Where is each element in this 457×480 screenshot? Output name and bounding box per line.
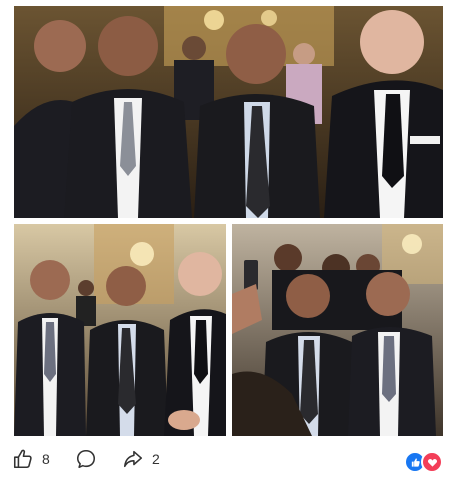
share-button[interactable]: 2 xyxy=(122,448,160,470)
post-photo-top[interactable] xyxy=(14,6,443,218)
post-photo-bottom-right[interactable] xyxy=(232,224,443,436)
reaction-summary[interactable] xyxy=(404,451,443,473)
post-action-bar: 8 2 xyxy=(0,440,457,480)
comment-bubble-icon xyxy=(76,449,96,469)
like-button[interactable]: 8 xyxy=(12,448,50,470)
photo-scene xyxy=(14,6,443,218)
photo-scene xyxy=(232,224,443,436)
love-reaction-icon xyxy=(421,451,443,473)
post-photo-bottom-left[interactable] xyxy=(14,224,226,436)
share-arrow-icon xyxy=(123,450,143,468)
comment-button[interactable] xyxy=(75,448,97,470)
share-count: 2 xyxy=(152,451,160,467)
thumbs-up-icon xyxy=(13,449,32,469)
photo-scene xyxy=(14,224,226,436)
like-count: 8 xyxy=(42,451,50,467)
